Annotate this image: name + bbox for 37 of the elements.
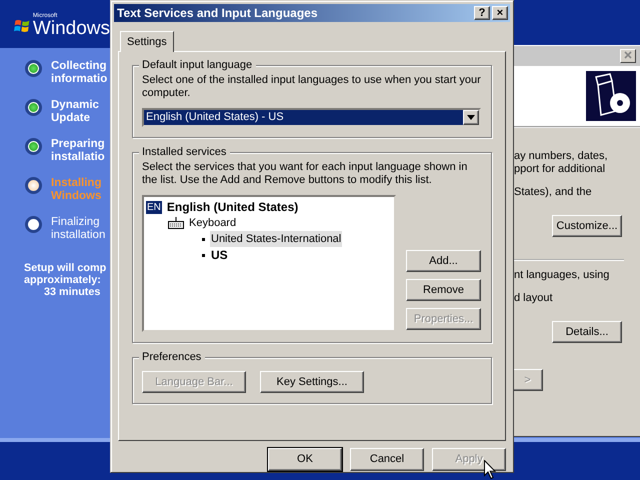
language-badge: EN bbox=[146, 200, 162, 214]
tree-item[interactable]: English (United States) bbox=[166, 198, 298, 216]
step-label: Installing Windows bbox=[51, 177, 102, 203]
language-dropdown[interactable]: English (United States) - US bbox=[142, 108, 481, 127]
description-text: Select the services that you want for each input language shown in the list. Use the Add and Remove buttons to modify this list. bbox=[142, 161, 468, 187]
step-label: Finalizing installation bbox=[51, 216, 106, 242]
group-label: Preferences bbox=[139, 351, 206, 363]
window-title: Text Services and Input Languages bbox=[117, 5, 318, 22]
description-text: Select one of the installed input languages to use when you start your computer. bbox=[142, 74, 481, 100]
services-list[interactable]: EN English (United States) Keyboard United States-International US bbox=[142, 195, 396, 332]
mouse-pointer-icon bbox=[484, 460, 496, 479]
close-button[interactable]: × bbox=[492, 6, 508, 20]
dialog-button[interactable]: Details... bbox=[552, 321, 622, 343]
step-label: Dynamic Update bbox=[51, 99, 99, 125]
tree-item[interactable]: US bbox=[210, 246, 229, 264]
dialog-button[interactable]: Remove bbox=[406, 279, 481, 301]
step-label: Collecting informatio bbox=[51, 60, 108, 86]
help-button[interactable]: ? bbox=[474, 6, 490, 20]
tree-item[interactable]: Keyboard bbox=[189, 214, 236, 232]
logo-wordmark: Windows bbox=[32, 18, 110, 39]
dialog-button[interactable]: OK bbox=[268, 448, 342, 471]
dialog-button[interactable]: Customize... bbox=[552, 215, 622, 237]
time-estimate: Setup will comp approximately: 33 minutes bbox=[23, 262, 108, 298]
description-text: States), and the bbox=[514, 186, 593, 199]
group-label: Installed services bbox=[139, 146, 230, 158]
close-icon[interactable] bbox=[620, 49, 636, 63]
group-label: Default input language bbox=[139, 59, 256, 71]
keyboard-icon bbox=[168, 217, 184, 229]
description-text: ay numbers, dates, pport for additional bbox=[514, 150, 609, 176]
tab[interactable]: Settings bbox=[120, 31, 174, 52]
step-label: Preparing installatio bbox=[51, 138, 105, 164]
dialog-button[interactable]: Add... bbox=[406, 250, 481, 272]
dialog-button[interactable]: Key Settings... bbox=[260, 371, 364, 393]
description-text: d layout bbox=[514, 292, 554, 305]
description-text: nt languages, using bbox=[514, 269, 610, 282]
dialog-button[interactable]: Cancel bbox=[350, 448, 424, 471]
tree-item[interactable]: United States-International bbox=[210, 230, 342, 248]
